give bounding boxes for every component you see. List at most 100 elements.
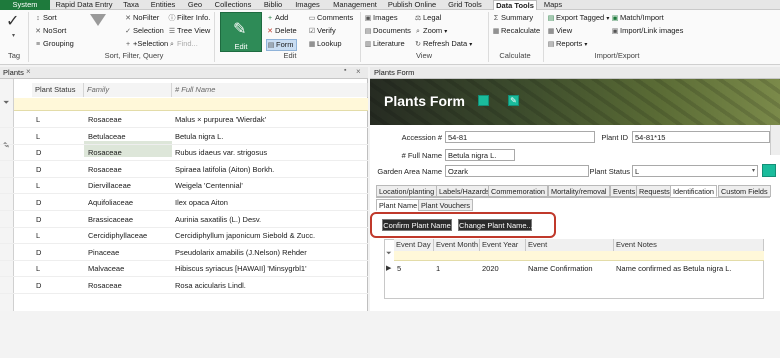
tab-events[interactable]: Events — [610, 185, 639, 197]
tab-custom-fields[interactable]: Custom Fields — [718, 185, 771, 197]
full-name-cell[interactable]: Ilex opaca Aiton — [175, 195, 365, 211]
tab-taxa[interactable]: Taxa — [117, 0, 145, 10]
tab-data-tools[interactable]: Data Tools — [493, 0, 537, 10]
table-row[interactable]: L Rosaceae Malus × purpurea 'Wierdak' — [0, 112, 368, 128]
family-cell[interactable]: Cercidiphyllaceae — [88, 228, 170, 244]
plant-status-cell[interactable]: D — [36, 212, 76, 228]
full-name-cell[interactable]: Weigela 'Centennial' — [175, 178, 365, 194]
family-cell[interactable]: Brassicaceae — [88, 212, 170, 228]
selection-button[interactable]: ✓ Selection — [124, 26, 164, 36]
table-row[interactable]: D Pinaceae Pseudolarix amabilis (J.Nelson)… — [0, 245, 368, 261]
tab-images[interactable]: Images — [291, 0, 324, 10]
plant-status-cell[interactable]: L — [36, 261, 76, 277]
events-filter-row[interactable] — [394, 251, 764, 261]
legal-button[interactable]: ⚖ Legal — [414, 13, 442, 23]
events-col-month[interactable]: Event Month — [434, 239, 480, 251]
zoom-button[interactable]: ⌕ Zoom ▾ — [414, 26, 447, 37]
family-cell[interactable]: Betulaceae — [88, 129, 170, 145]
table-row[interactable]: D Aquifoliaceae Ilex opaca Aiton — [0, 195, 368, 211]
nofilter-button[interactable]: ✕ NoFilter — [124, 13, 159, 23]
family-cell[interactable]: Malvaceae — [88, 261, 170, 277]
tab-biblio[interactable]: Biblio — [259, 0, 287, 10]
tab-system[interactable]: System — [0, 0, 50, 10]
filter-icon[interactable]: ⏷ — [3, 98, 9, 108]
table-row[interactable]: D Rosaceae Rosa acicularis Lindl. — [0, 278, 368, 294]
tab-location-planting[interactable]: Location/planting — [376, 185, 438, 197]
family-cell[interactable]: Rosaceae — [88, 112, 170, 128]
export-tagged-button[interactable]: ▤ Export Tagged ▾ — [547, 13, 610, 24]
column-header-plant-status[interactable]: Plant Status — [32, 83, 84, 97]
table-row[interactable]: L Malvaceae Hibiscus syriacus [HAWAII] 'Mi… — [0, 261, 368, 278]
garden-area-field[interactable]: Ozark — [445, 165, 589, 177]
full-name-field[interactable]: Betula nigra L. — [445, 149, 515, 161]
event-notes-cell[interactable]: Name confirmed as Betula nigra L. — [616, 264, 731, 274]
tab-publish-online[interactable]: Publish Online — [383, 0, 441, 10]
plant-status-cell[interactable]: D — [36, 145, 76, 161]
event-month-cell[interactable]: 1 — [436, 264, 440, 274]
import-link-images-button[interactable]: ▣ Import/Link images — [611, 26, 684, 36]
event-year-cell[interactable]: 2020 — [482, 264, 499, 274]
tab-entities[interactable]: Entities — [147, 0, 179, 10]
full-name-cell[interactable]: Pseudolarix amabilis (J.Nelson) Rehder — [175, 245, 365, 261]
tab-management[interactable]: Management — [330, 0, 380, 10]
full-name-cell[interactable]: Malus × purpurea 'Wierdak' — [175, 112, 365, 128]
checkmark-icon[interactable]: ✓ — [6, 14, 19, 30]
documents-button[interactable]: ▤ Documents — [364, 26, 411, 36]
reports-button[interactable]: ▤ Reports ▾ — [547, 39, 588, 50]
tab-identification[interactable]: Identification — [670, 185, 717, 197]
tab-labels-hazards[interactable]: Labels/Hazards — [436, 185, 493, 197]
tab-collections[interactable]: Collections — [211, 0, 255, 10]
table-row[interactable]: L Betulaceae Betula nigra L. — [0, 129, 368, 145]
family-cell[interactable]: Pinaceae — [88, 245, 170, 261]
plant-status-cell[interactable]: L — [36, 178, 76, 194]
tab-commemoration[interactable]: Commemoration — [488, 185, 548, 197]
full-name-cell[interactable]: Aurinia saxatilis (L.) Desv. — [175, 212, 365, 228]
plant-status-cell[interactable]: L — [36, 228, 76, 244]
literature-button[interactable]: ▥ Literature — [364, 39, 405, 49]
full-name-cell[interactable]: Betula nigra L. — [175, 129, 365, 145]
events-col-day[interactable]: Event Day — [394, 239, 434, 251]
events-col-notes[interactable]: Event Notes — [614, 239, 764, 251]
tree-view-button[interactable]: ☰ Tree View — [168, 26, 211, 36]
tab-grid-tools[interactable]: Grid Tools — [445, 0, 485, 10]
table-row[interactable]: D Rosaceae Spiraea latifolia (Aiton) Borkh… — [0, 162, 368, 178]
family-cell[interactable]: Diervillaceae — [88, 178, 170, 194]
status-action-icon[interactable] — [762, 164, 776, 177]
filter-info-button[interactable]: ⓘ Filter Info. — [168, 13, 211, 23]
refresh-data-button[interactable]: ↻ Refresh Data ▾ — [414, 39, 472, 50]
family-cell[interactable]: Rosaceae — [88, 145, 170, 161]
sort-button[interactable]: ↕ Sort — [34, 13, 57, 23]
tab-maps[interactable]: Maps — [541, 0, 565, 10]
close-icon[interactable]: × — [26, 67, 31, 76]
subtab-plant-name[interactable]: Plant Name — [376, 199, 421, 211]
plant-status-cell[interactable]: D — [36, 162, 76, 178]
column-header-full-name[interactable]: # Full Name — [172, 83, 368, 97]
tab-mortality-removal[interactable]: Mortality/removal — [548, 185, 610, 197]
plant-status-cell[interactable]: D — [36, 245, 76, 261]
comments-button[interactable]: ▭ Comments — [308, 13, 354, 23]
find-button[interactable]: ⌕ Find... — [168, 39, 198, 49]
view-button[interactable]: ▦ View — [547, 26, 572, 36]
edit-mode-icon[interactable]: ✎ — [508, 95, 519, 106]
table-row[interactable]: L Diervillaceae Weigela 'Centennial' — [0, 178, 368, 195]
full-name-cell[interactable]: Spiraea latifolia (Aiton) Borkh. — [175, 162, 365, 178]
events-col-year[interactable]: Event Year — [480, 239, 526, 251]
tab-geo[interactable]: Geo — [183, 0, 207, 10]
delete-button[interactable]: ✕ Delete — [266, 26, 297, 36]
family-cell[interactable]: Aquifoliaceae — [88, 195, 170, 211]
change-plant-name-button[interactable]: Change Plant Name... — [458, 219, 533, 231]
grouping-button[interactable]: ≡ Grouping — [34, 39, 74, 49]
verify-button[interactable]: ☑ Verify — [308, 26, 336, 36]
table-row[interactable]: L Cercidiphyllaceae Cercidiphyllum japonic… — [0, 228, 368, 245]
column-header-family[interactable]: Family — [84, 83, 172, 97]
plant-status-cell[interactable]: L — [36, 112, 76, 128]
lookup-button[interactable]: ▦ Lookup — [308, 39, 342, 49]
add-button[interactable]: + Add — [266, 13, 288, 23]
plant-id-field[interactable]: 54-81*15 — [632, 131, 770, 143]
form-button[interactable]: ▤ Form — [266, 39, 297, 51]
plant-status-cell[interactable]: D — [36, 195, 76, 211]
nosort-button[interactable]: ✕ NoSort — [34, 26, 66, 36]
tab-rapid-data-entry[interactable]: Rapid Data Entry — [52, 0, 116, 10]
images-button[interactable]: ▣ Images — [364, 13, 398, 23]
events-col-event[interactable]: Event — [526, 239, 614, 251]
